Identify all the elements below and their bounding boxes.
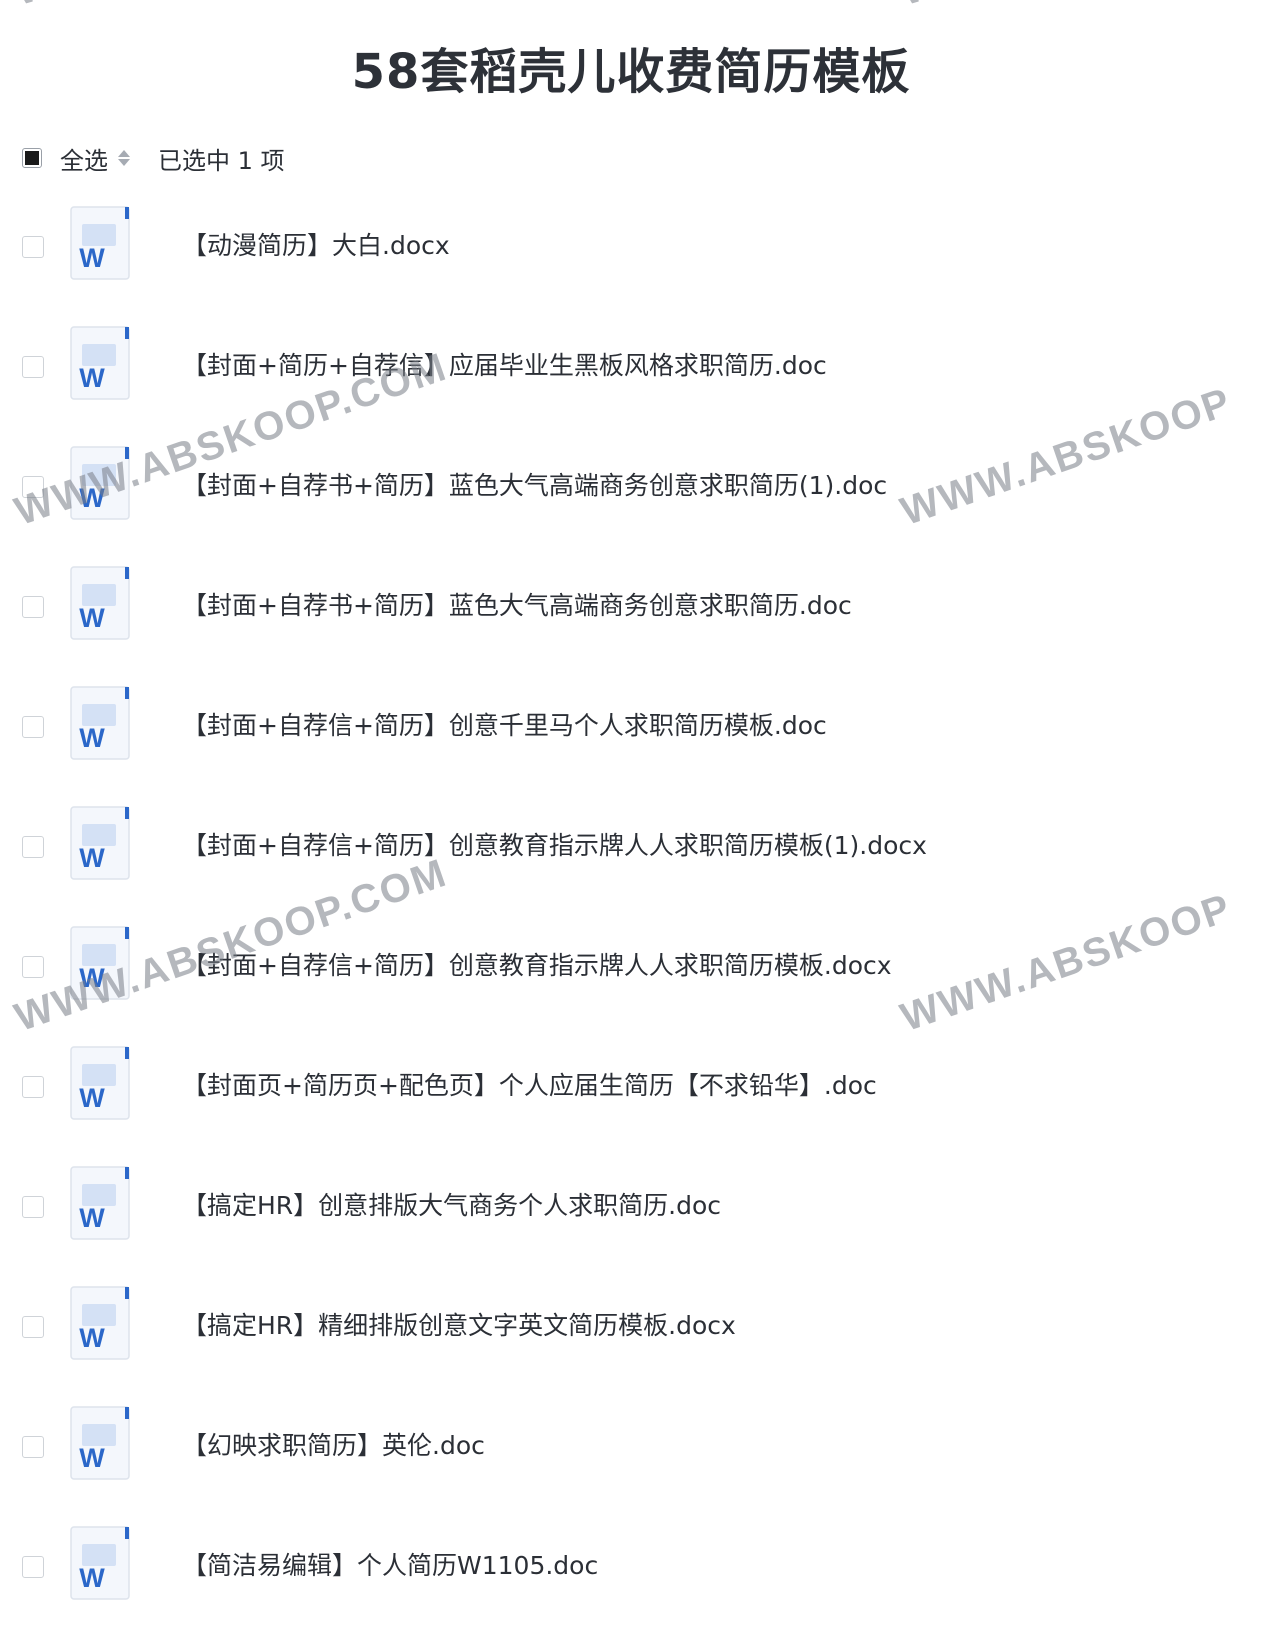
- svg-text:W: W: [79, 1443, 105, 1473]
- row-checkbox[interactable]: [22, 236, 44, 258]
- svg-text:W: W: [79, 963, 105, 993]
- word-doc-icon: W: [70, 206, 132, 282]
- list-item[interactable]: W 【搞定HR】创意排版大气商务个人求职简历.doc: [0, 1146, 1262, 1266]
- file-name[interactable]: 【幻映求职简历】英伦.doc: [182, 1426, 485, 1466]
- watermark-text: WW: [896, 0, 985, 15]
- file-name[interactable]: 【封面+自荐信+简历】创意教育指示牌人人求职简历模板(1).docx: [182, 826, 927, 866]
- select-all-label[interactable]: 全选: [60, 141, 108, 176]
- sort-icon[interactable]: [118, 146, 130, 170]
- file-name[interactable]: 【封面+自荐信+简历】创意教育指示牌人人求职简历模板.docx: [182, 946, 892, 986]
- svg-text:W: W: [79, 843, 105, 873]
- row-checkbox[interactable]: [22, 1436, 44, 1458]
- word-doc-icon: W: [70, 326, 132, 402]
- row-checkbox[interactable]: [22, 956, 44, 978]
- row-checkbox[interactable]: [22, 596, 44, 618]
- word-doc-icon: W: [70, 1406, 132, 1482]
- svg-text:W: W: [79, 1323, 105, 1353]
- select-all-checkbox[interactable]: [22, 148, 42, 168]
- list-item[interactable]: W 【封面+自荐信+简历】创意千里马个人求职简历模板.doc: [0, 666, 1262, 786]
- word-doc-icon: W: [70, 1166, 132, 1242]
- row-checkbox[interactable]: [22, 1076, 44, 1098]
- file-name[interactable]: 【封面页+简历页+配色页】个人应届生简历【不求铅华】.doc: [182, 1066, 877, 1106]
- word-doc-icon: W: [70, 926, 132, 1002]
- list-item[interactable]: W 【搞定HR】精细排版创意文字英文简历模板.docx: [0, 1266, 1262, 1386]
- file-name[interactable]: 【封面+自荐信+简历】创意千里马个人求职简历模板.doc: [182, 706, 827, 746]
- list-item[interactable]: W 【封面页+简历页+配色页】个人应届生简历【不求铅华】.doc: [0, 1026, 1262, 1146]
- row-checkbox[interactable]: [22, 356, 44, 378]
- svg-text:W: W: [79, 723, 105, 753]
- file-name[interactable]: 【搞定HR】精细排版创意文字英文简历模板.docx: [182, 1306, 736, 1346]
- svg-text:W: W: [79, 363, 105, 393]
- row-checkbox[interactable]: [22, 716, 44, 738]
- word-doc-icon: W: [70, 686, 132, 762]
- list-item[interactable]: W 【封面+自荐信+简历】创意教育指示牌人人求职简历模板.docx: [0, 906, 1262, 1026]
- word-doc-icon: W: [70, 1526, 132, 1602]
- svg-text:W: W: [79, 1203, 105, 1233]
- row-checkbox[interactable]: [22, 1196, 44, 1218]
- word-doc-icon: W: [70, 446, 132, 522]
- svg-text:W: W: [79, 603, 105, 633]
- file-name[interactable]: 【封面+自荐书+简历】蓝色大气高端商务创意求职简历(1).doc: [182, 466, 887, 506]
- row-checkbox[interactable]: [22, 476, 44, 498]
- row-checkbox[interactable]: [22, 836, 44, 858]
- svg-text:W: W: [79, 483, 105, 513]
- file-name[interactable]: 【封面+自荐书+简历】蓝色大气高端商务创意求职简历.doc: [182, 586, 852, 626]
- row-checkbox[interactable]: [22, 1556, 44, 1578]
- file-name[interactable]: 【简洁易编辑】个人简历W1105.doc: [182, 1546, 598, 1586]
- word-doc-icon: W: [70, 806, 132, 882]
- svg-text:W: W: [79, 1563, 105, 1593]
- selection-toolbar: 全选 已选中 1 项: [22, 140, 285, 176]
- word-doc-icon: W: [70, 566, 132, 642]
- list-item[interactable]: W 【封面+自荐书+简历】蓝色大气高端商务创意求职简历.doc: [0, 546, 1262, 666]
- list-item[interactable]: W 【封面+自荐信+简历】创意教育指示牌人人求职简历模板(1).docx: [0, 786, 1262, 906]
- list-item[interactable]: W 【封面+自荐书+简历】蓝色大气高端商务创意求职简历(1).doc: [0, 426, 1262, 546]
- selected-count-text: 已选中 1 项: [158, 146, 285, 175]
- file-list: W 【动漫简历】大白.docx W 【封面+简历+自荐信】应届毕业生黑板风格求职…: [0, 186, 1262, 1626]
- watermark-text: WW: [10, 0, 99, 15]
- page-title: 58套稻壳儿收费简历模板: [351, 44, 911, 100]
- svg-text:W: W: [79, 1083, 105, 1113]
- word-doc-icon: W: [70, 1286, 132, 1362]
- list-item[interactable]: W 【幻映求职简历】英伦.doc: [0, 1386, 1262, 1506]
- file-name[interactable]: 【搞定HR】创意排版大气商务个人求职简历.doc: [182, 1186, 721, 1226]
- row-checkbox[interactable]: [22, 1316, 44, 1338]
- file-name[interactable]: 【动漫简历】大白.docx: [182, 226, 450, 266]
- file-name[interactable]: 【封面+简历+自荐信】应届毕业生黑板风格求职简历.doc: [182, 346, 827, 386]
- list-item[interactable]: W 【简洁易编辑】个人简历W1105.doc: [0, 1506, 1262, 1626]
- svg-text:W: W: [79, 243, 105, 273]
- word-doc-icon: W: [70, 1046, 132, 1122]
- list-item[interactable]: W 【动漫简历】大白.docx: [0, 186, 1262, 306]
- indeterminate-mark: [25, 151, 39, 165]
- list-item[interactable]: W 【封面+简历+自荐信】应届毕业生黑板风格求职简历.doc: [0, 306, 1262, 426]
